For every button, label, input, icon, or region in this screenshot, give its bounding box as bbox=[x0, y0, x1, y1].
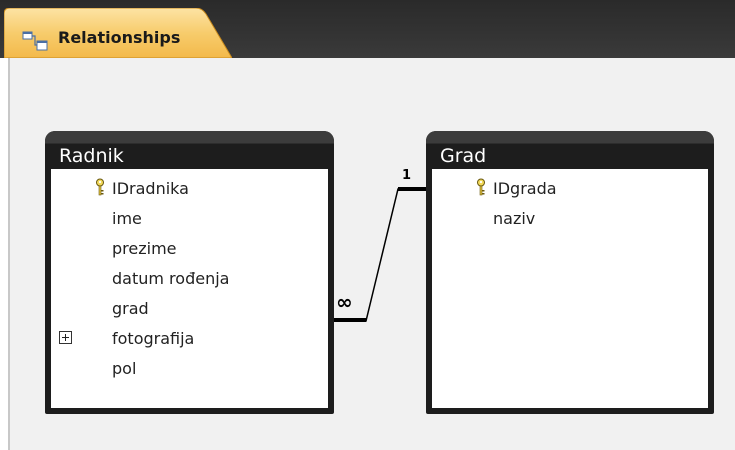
field-name: prezime bbox=[112, 239, 177, 258]
field-row[interactable]: fotografija bbox=[51, 324, 328, 354]
field-list[interactable]: IDgrada naziv bbox=[432, 169, 708, 408]
field-name: naziv bbox=[493, 209, 536, 228]
field-name: ime bbox=[112, 209, 142, 228]
primary-key-icon bbox=[96, 178, 104, 196]
primary-key-icon bbox=[477, 178, 485, 196]
field-name: pol bbox=[112, 359, 137, 378]
table-title-bar[interactable]: Grad bbox=[426, 131, 714, 171]
field-row[interactable]: grad bbox=[51, 294, 328, 324]
field-row[interactable]: naziv bbox=[432, 204, 708, 234]
relationship-one-label: 1 bbox=[402, 168, 412, 183]
field-row[interactable]: datum rođenja bbox=[51, 264, 328, 294]
table-grad[interactable]: Grad IDgrada naziv bbox=[426, 131, 714, 414]
many-end-marker bbox=[334, 318, 366, 322]
expand-plus-icon[interactable] bbox=[59, 331, 72, 344]
table-title-bar[interactable]: Radnik bbox=[45, 131, 334, 171]
field-row[interactable]: IDgrada bbox=[432, 174, 708, 204]
field-name: grad bbox=[112, 299, 149, 318]
field-row[interactable]: prezime bbox=[51, 234, 328, 264]
table-radnik[interactable]: Radnik IDradnika ime prezime datum rođen… bbox=[45, 131, 334, 414]
field-row[interactable]: pol bbox=[51, 354, 328, 384]
field-row[interactable]: IDradnika bbox=[51, 174, 328, 204]
field-name: IDgrada bbox=[493, 179, 557, 198]
table-title: Grad bbox=[440, 145, 487, 167]
table-title: Radnik bbox=[59, 145, 124, 167]
field-name: fotografija bbox=[112, 329, 195, 348]
field-name: datum rođenja bbox=[112, 269, 230, 288]
relationship-many-label: ∞ bbox=[336, 290, 353, 314]
field-name: IDradnika bbox=[112, 179, 189, 198]
field-row[interactable]: ime bbox=[51, 204, 328, 234]
field-list[interactable]: IDradnika ime prezime datum rođenja grad… bbox=[51, 169, 328, 408]
